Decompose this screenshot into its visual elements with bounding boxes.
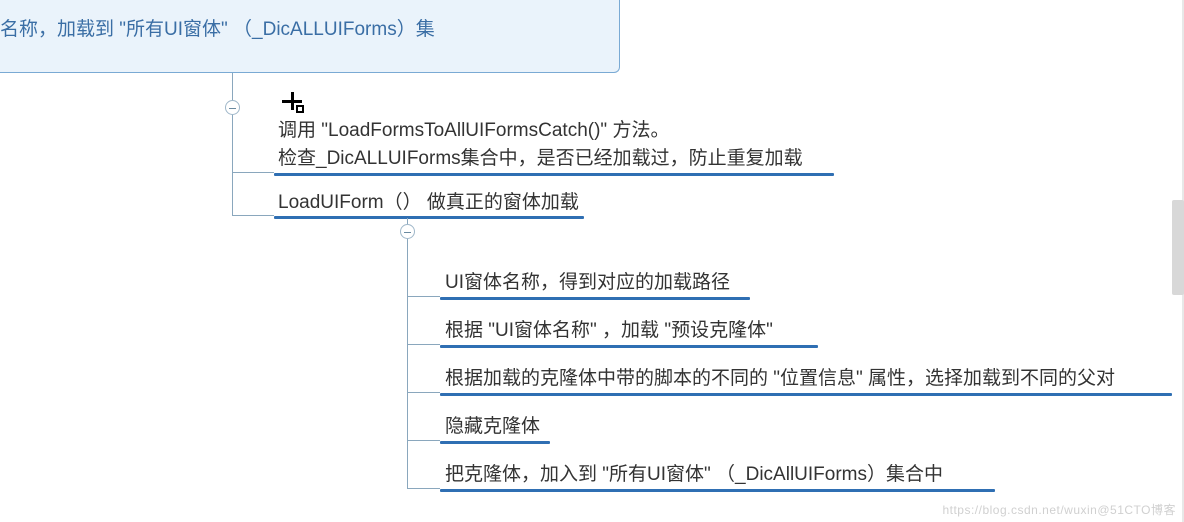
connector-line [407,392,440,393]
root-node-label: 名称，加载到 "所有UI窗体" （_DicALLUIForms）集 [0,17,435,44]
scrollbar-thumb[interactable] [1172,200,1184,295]
connector-line [232,215,274,216]
connector-line [232,115,233,215]
watermark-text: https://blog.csdn.net/wuxin@51CTO博客 [942,501,1176,518]
node-underline [274,173,834,176]
branch2-title[interactable]: LoadUIForm（） 做真正的窗体加载 [278,190,579,217]
branch2-child[interactable]: 隐藏克隆体 [445,414,540,441]
connector-line [407,488,440,489]
connector-line [407,218,408,224]
node-underline [440,489,995,492]
branch1-line1[interactable]: 调用 "LoadFormsToAllUIFormsCatch()" 方法。 [278,118,669,145]
root-node[interactable]: 名称，加载到 "所有UI窗体" （_DicALLUIForms）集 [0,0,620,73]
node-underline [440,345,818,348]
branch2-child[interactable]: 根据 "UI窗体名称" ，加载 "预设克隆体" [445,318,773,345]
node-underline [440,393,1172,396]
connector-line [407,344,440,345]
connector-line [407,296,440,297]
collapse-toggle[interactable] [400,224,415,239]
branch2-child[interactable]: UI窗体名称，得到对应的加载路径 [445,270,730,297]
add-subtopic-icon[interactable] [282,92,304,114]
connector-line [407,239,408,489]
connector-line [407,440,440,441]
connector-line [232,172,274,173]
branch2-child[interactable]: 把克隆体，加入到 "所有UI窗体" （_DicAllUIForms）集合中 [445,462,943,489]
node-underline [274,216,584,219]
node-underline [440,297,750,300]
collapse-toggle[interactable] [225,100,240,115]
node-underline [440,441,550,444]
branch1-line2[interactable]: 检查_DicALLUIForms集合中，是否已经加载过，防止重复加载 [278,146,803,173]
connector-line [232,73,233,103]
branch2-child[interactable]: 根据加载的克隆体中带的脚本的不同的 "位置信息" 属性，选择加载到不同的父对 [445,366,1115,393]
